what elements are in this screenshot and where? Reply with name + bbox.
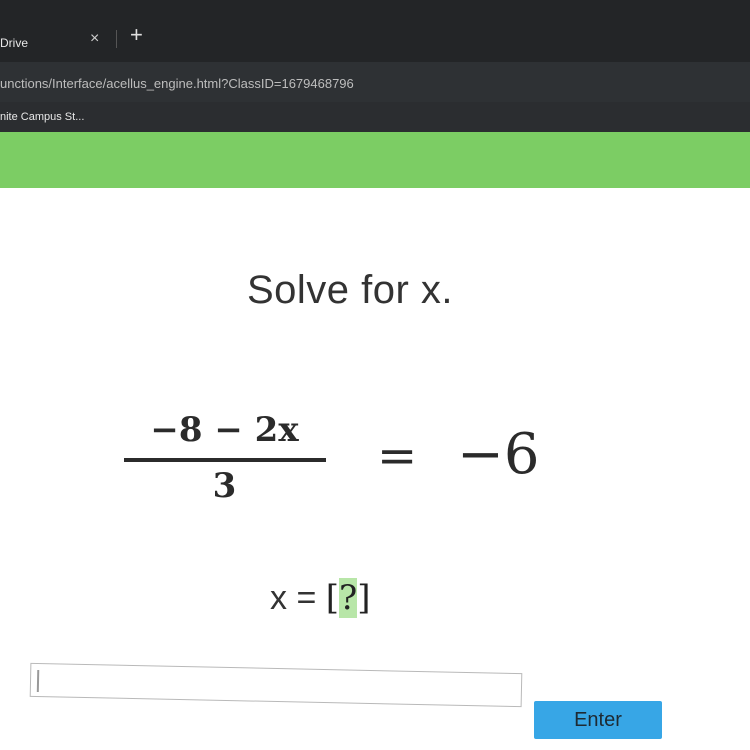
question-prompt: Solve for x. (246, 268, 454, 312)
answer-close-bracket: ] (357, 578, 371, 618)
tab-separator (116, 30, 117, 48)
fraction-numerator: −8 − 2x (150, 410, 299, 450)
answer-blank: ? (339, 578, 358, 618)
browser-tab-bar: Drive × + (0, 0, 750, 62)
text-caret (36, 669, 40, 693)
header-banner (0, 132, 750, 188)
enter-button[interactable]: Enter (534, 701, 662, 739)
bookmark-infinite-campus[interactable]: nite Campus St... (0, 111, 84, 123)
answer-template: x = [?] (270, 578, 371, 618)
right-hand-side: −6 (457, 422, 540, 487)
answer-placeholder: [?] (326, 578, 371, 618)
tab-title[interactable]: Drive (0, 36, 28, 50)
bookmarks-bar: nite Campus St... (0, 102, 750, 132)
equals-sign: = (377, 428, 418, 484)
answer-open-bracket: [ (325, 578, 340, 618)
fraction-bar (124, 458, 326, 462)
address-bar[interactable]: unctions/Interface/acellus_engine.html?C… (0, 62, 750, 102)
tab-close-icon[interactable]: × (90, 30, 99, 48)
new-tab-icon[interactable]: + (130, 22, 143, 48)
answer-variable: x = (270, 579, 326, 617)
answer-input[interactable] (29, 662, 523, 708)
url-text[interactable]: unctions/Interface/acellus_engine.html?C… (0, 76, 354, 91)
equation: −8 − 2x 3 = −6 (122, 400, 602, 520)
fraction-denominator: 3 (212, 466, 237, 506)
